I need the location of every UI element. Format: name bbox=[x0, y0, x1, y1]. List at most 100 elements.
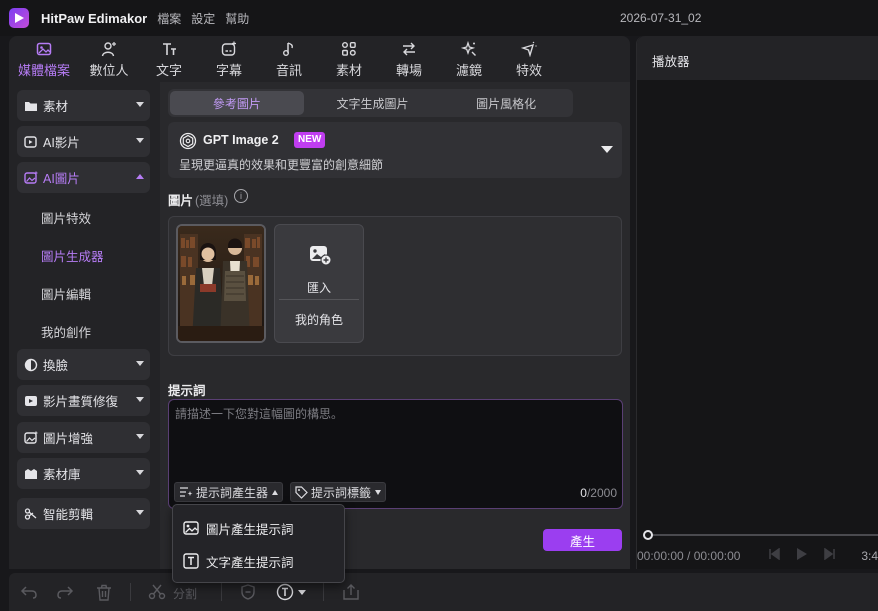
media-icon bbox=[35, 40, 53, 58]
menu-file[interactable]: 檔案 bbox=[157, 10, 181, 27]
transition-icon bbox=[400, 40, 418, 58]
menu-settings[interactable]: 設定 bbox=[191, 10, 215, 27]
chevron-down-icon bbox=[136, 470, 144, 475]
assets-icon bbox=[340, 40, 358, 58]
sidebar-subitem-my-creations[interactable]: 我的創作 bbox=[41, 322, 91, 341]
sidebar-item-library[interactable]: 素材庫 bbox=[17, 458, 150, 489]
tab-media[interactable]: 媒體檔案 bbox=[9, 36, 79, 82]
tab-audio[interactable]: 音訊 bbox=[259, 36, 319, 82]
undo-icon[interactable] bbox=[19, 582, 39, 602]
menu-item-image-to-prompt[interactable]: 圖片產生提示詞 bbox=[183, 518, 294, 538]
player-timecode: 00:00:00 / 00:00:00 bbox=[637, 549, 741, 563]
prompt-tags-button[interactable]: 提示詞標籤 bbox=[290, 482, 387, 502]
model-selector[interactable]: GPT Image 2 NEW 呈現更逼真的效果和更豐富的創意細節 bbox=[168, 122, 622, 178]
sidebar-item-ai-image[interactable]: AI圖片 bbox=[17, 162, 150, 193]
image-section-label: 圖片 (選填) bbox=[168, 194, 229, 208]
redo-icon[interactable] bbox=[55, 582, 75, 602]
chevron-down-icon bbox=[136, 510, 144, 515]
prompt-generator-button[interactable]: 提示詞產生器 bbox=[174, 482, 284, 502]
shield-icon[interactable] bbox=[238, 582, 258, 602]
menu-item-text-to-prompt[interactable]: 文字產生提示詞 bbox=[183, 551, 294, 571]
sidebar-item-face-swap[interactable]: 換臉 bbox=[17, 349, 150, 380]
text-icon bbox=[160, 40, 178, 58]
play-icon[interactable] bbox=[796, 547, 808, 564]
sidebar-item-image-enhance[interactable]: 圖片增強 bbox=[17, 422, 150, 453]
toolbar-divider bbox=[130, 583, 131, 601]
library-icon bbox=[24, 467, 38, 481]
sidebar-subitem-image-generator[interactable]: 圖片生成器 bbox=[41, 246, 104, 265]
openai-logo-icon bbox=[179, 132, 197, 150]
info-icon[interactable]: i bbox=[234, 189, 248, 203]
character-counter: 0/2000 bbox=[580, 486, 617, 500]
tab-image-stylize[interactable]: 圖片風格化 bbox=[439, 89, 573, 117]
scrubber-handle[interactable] bbox=[643, 530, 653, 540]
prompt-box: 提示詞產生器 提示詞標籤 0/2000 bbox=[168, 399, 623, 509]
tab-label: 濾鏡 bbox=[455, 62, 482, 78]
tab-text[interactable]: 文字 bbox=[139, 36, 199, 82]
text-tool-icon[interactable] bbox=[275, 582, 295, 602]
scissors-icon[interactable] bbox=[147, 582, 167, 602]
tab-assets[interactable]: 素材 bbox=[319, 36, 379, 82]
tab-label: 素材 bbox=[335, 62, 362, 78]
import-character-card[interactable]: 匯入 我的角色 bbox=[274, 224, 364, 343]
tab-label: 音訊 bbox=[275, 62, 302, 78]
tab-filter[interactable]: 濾鏡 bbox=[439, 36, 499, 82]
menu-item-label: 文字產生提示詞 bbox=[206, 555, 294, 570]
sidebar-subitem-image-effects[interactable]: 圖片特效 bbox=[41, 208, 91, 227]
reference-thumbnail[interactable] bbox=[176, 224, 266, 343]
chevron-up-icon bbox=[136, 174, 144, 179]
chevron-down-icon bbox=[136, 361, 144, 366]
mode-tabs: 參考圖片 文字生成圖片 圖片風格化 bbox=[168, 89, 573, 117]
player-panel: 播放器 00:00:00 / 00:00:00 3:4 bbox=[636, 36, 878, 569]
sidebar-item-label: AI影片 bbox=[43, 136, 80, 150]
app-name: HitPaw Edimakor bbox=[41, 10, 148, 26]
prev-frame-icon[interactable] bbox=[768, 547, 780, 563]
tab-subtitle[interactable]: 字幕 bbox=[199, 36, 259, 82]
toolbar-divider bbox=[323, 583, 324, 601]
tab-text-to-image[interactable]: 文字生成圖片 bbox=[306, 89, 440, 117]
chevron-down-icon bbox=[136, 434, 144, 439]
sidebar-item-label: AI圖片 bbox=[43, 172, 80, 186]
toolbar-divider bbox=[221, 583, 222, 601]
tab-effects[interactable]: 特效 bbox=[499, 36, 559, 82]
prompt-generator-menu: 圖片產生提示詞 文字產生提示詞 bbox=[172, 504, 345, 583]
project-title: 2026-07-31_02 bbox=[620, 11, 702, 25]
sidebar-subitem-image-edit[interactable]: 圖片編輯 bbox=[41, 284, 91, 303]
effects-icon bbox=[520, 40, 538, 58]
sidebar: 素材 AI影片 AI圖片 圖片特效 圖片生成器 圖片編輯 我的創作 換臉 影片畫… bbox=[9, 82, 159, 569]
prompt-generator-label: 提示詞產生器 bbox=[196, 485, 269, 500]
my-character-label[interactable]: 我的角色 bbox=[275, 311, 363, 328]
sidebar-item-video-enhance[interactable]: 影片畫質修復 bbox=[17, 385, 150, 416]
chevron-down-icon[interactable] bbox=[601, 146, 613, 153]
export-frame-icon[interactable] bbox=[341, 582, 361, 602]
player-scrubber[interactable] bbox=[647, 534, 878, 536]
media-toolbar: 媒體檔案 數位人 文字 字幕 音訊 素材 轉場 濾鏡 特效 bbox=[9, 36, 630, 82]
sidebar-item-ai-video[interactable]: AI影片 bbox=[17, 126, 150, 157]
text-box-icon bbox=[183, 553, 199, 569]
tab-label: 文字 bbox=[155, 62, 182, 78]
smart-edit-icon bbox=[24, 507, 38, 521]
chevron-down-icon[interactable] bbox=[298, 590, 306, 595]
generate-button[interactable]: 產生 bbox=[543, 529, 622, 551]
sidebar-item-materials[interactable]: 素材 bbox=[17, 90, 150, 121]
tab-transition[interactable]: 轉場 bbox=[379, 36, 439, 82]
chevron-up-icon bbox=[272, 489, 279, 495]
aspect-ratio[interactable]: 3:4 bbox=[861, 549, 878, 563]
delete-icon[interactable] bbox=[94, 582, 114, 602]
sidebar-item-smart-edit[interactable]: 智能剪輯 bbox=[17, 498, 150, 529]
tab-label: 數位人 bbox=[89, 62, 129, 78]
next-frame-icon[interactable] bbox=[824, 547, 836, 563]
avatar-icon bbox=[100, 40, 118, 58]
tab-avatar[interactable]: 數位人 bbox=[79, 36, 139, 82]
sidebar-item-label: 素材庫 bbox=[43, 468, 81, 482]
tab-reference-image[interactable]: 參考圖片 bbox=[170, 91, 304, 115]
prompt-input[interactable] bbox=[169, 400, 622, 478]
menu-help[interactable]: 幫助 bbox=[225, 10, 249, 27]
filter-icon bbox=[460, 40, 478, 58]
split-label[interactable]: 分割 bbox=[173, 585, 197, 602]
sidebar-item-label: 圖片增強 bbox=[43, 432, 94, 446]
chevron-down-icon bbox=[136, 397, 144, 402]
chevron-down-icon bbox=[375, 489, 382, 495]
video-enhance-icon bbox=[24, 394, 38, 408]
chevron-down-icon bbox=[136, 138, 144, 143]
